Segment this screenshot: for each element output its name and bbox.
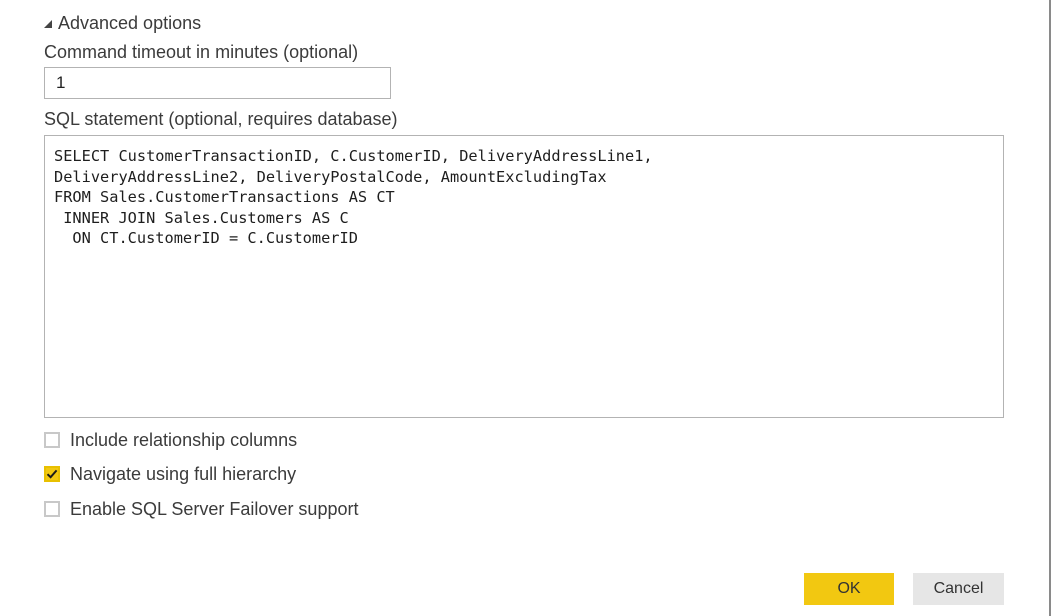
navigate-hierarchy-checkbox[interactable] xyxy=(44,466,60,482)
include-relationship-label: Include relationship columns xyxy=(70,429,298,450)
failover-support-label: Enable SQL Server Failover support xyxy=(70,498,359,519)
sql-statement-textarea[interactable]: SELECT CustomerTransactionID, C.Customer… xyxy=(44,135,1004,418)
navigate-full-hierarchy-option[interactable]: Navigate using full hierarchy xyxy=(44,464,296,484)
timeout-label: Command timeout in minutes (optional) xyxy=(44,42,359,62)
collapse-triangle-icon xyxy=(44,20,52,28)
include-relationship-checkbox[interactable] xyxy=(44,432,60,448)
checkmark-icon xyxy=(46,469,58,479)
timeout-input[interactable] xyxy=(44,67,391,99)
advanced-options-toggle[interactable]: Advanced options xyxy=(44,12,201,34)
failover-support-option[interactable]: Enable SQL Server Failover support xyxy=(44,499,358,519)
sql-statement-label: SQL statement (optional, requires databa… xyxy=(44,109,398,129)
advanced-options-label: Advanced options xyxy=(58,12,202,33)
cancel-button[interactable]: Cancel xyxy=(913,573,1004,605)
navigate-hierarchy-label: Navigate using full hierarchy xyxy=(70,463,297,484)
ok-button[interactable]: OK xyxy=(804,573,894,605)
failover-support-checkbox[interactable] xyxy=(44,501,60,517)
include-relationship-columns-option[interactable]: Include relationship columns xyxy=(44,430,297,450)
